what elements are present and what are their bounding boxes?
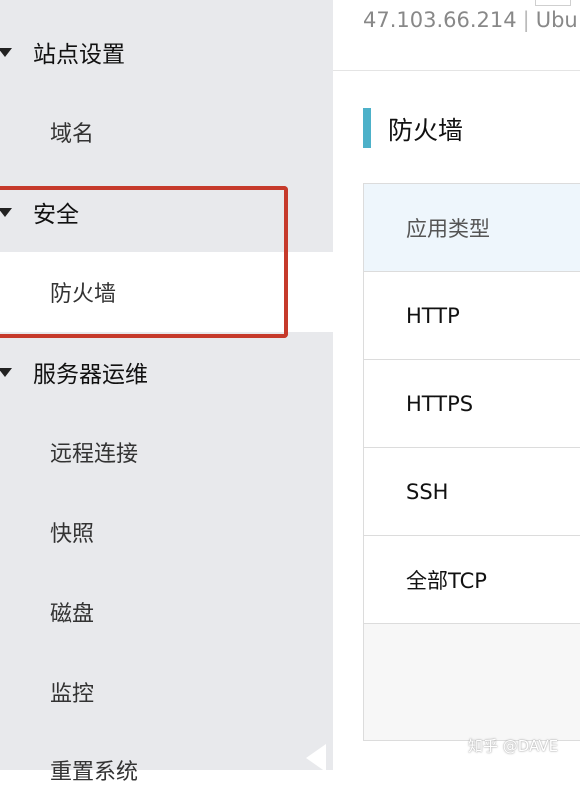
table-cell-app-type: HTTPS <box>406 391 474 416</box>
sidebar-group-label: 安全 <box>33 202 79 228</box>
caret-down-icon <box>0 207 12 217</box>
sidebar-item-label: 重置系统 <box>50 760 139 785</box>
instance-header: 47.103.66.214 | Ubu <box>333 0 580 71</box>
page-title: 防火墙 <box>388 116 464 145</box>
sidebar-item-domain[interactable]: 域名 <box>0 92 333 172</box>
instance-ip: 47.103.66.214 <box>363 8 517 32</box>
sidebar-group-server-ops[interactable]: 服务器运维 <box>0 332 333 412</box>
column-header-app-type: 应用类型 <box>406 216 490 241</box>
header-divider: | <box>522 8 530 32</box>
table-row: HTTP <box>364 272 580 360</box>
sidebar-group-label: 服务器运维 <box>33 362 148 388</box>
firewall-rules-table: 应用类型 HTTP HTTPS SSH 全部TCP <box>363 183 580 741</box>
sidebar-group-security[interactable]: 安全 <box>0 172 333 252</box>
sidebar-item-remote-connect[interactable]: 远程连接 <box>0 412 333 492</box>
caret-down-icon <box>0 367 12 377</box>
sidebar-group-site-settings[interactable]: 站点设置 <box>0 12 333 92</box>
sidebar-item-monitor[interactable]: 监控 <box>0 652 333 732</box>
sidebar-item-label: 防火墙 <box>50 282 117 307</box>
sidebar-item-label: 域名 <box>50 122 95 147</box>
header-button-edge[interactable] <box>535 0 571 6</box>
sidebar-item-firewall[interactable]: 防火墙 <box>0 252 333 332</box>
instance-os: Ubu <box>535 8 578 32</box>
sidebar-item-label: 监控 <box>50 682 95 707</box>
sidebar-group-label: 站点设置 <box>33 42 125 68</box>
table-cell-app-type: SSH <box>406 479 449 504</box>
watermark: 知乎 @DAVE <box>468 737 559 755</box>
collapse-arrow-icon[interactable] <box>306 744 326 772</box>
table-cell-app-type: 全部TCP <box>406 568 487 593</box>
table-row: SSH <box>364 448 580 536</box>
sidebar-item-label: 快照 <box>50 522 95 547</box>
table-cell-app-type: HTTP <box>406 303 460 328</box>
caret-down-icon <box>0 47 12 57</box>
table-row: 全部TCP <box>364 536 580 624</box>
table-header-row: 应用类型 <box>364 184 580 272</box>
sidebar-item-label: 远程连接 <box>50 442 139 467</box>
table-row: HTTPS <box>364 360 580 448</box>
sidebar-item-snapshot[interactable]: 快照 <box>0 492 333 572</box>
sidebar-item-label: 磁盘 <box>50 602 95 627</box>
sidebar: 站点设置 域名 安全 防火墙 服务器运维 远程连接 快照 磁盘 监控 重置系统 <box>0 0 333 785</box>
instance-info: 47.103.66.214 | Ubu <box>363 8 578 32</box>
sidebar-item-reset-system[interactable]: 重置系统 <box>0 730 333 810</box>
title-accent-bar <box>363 108 371 148</box>
sidebar-item-disk[interactable]: 磁盘 <box>0 572 333 652</box>
